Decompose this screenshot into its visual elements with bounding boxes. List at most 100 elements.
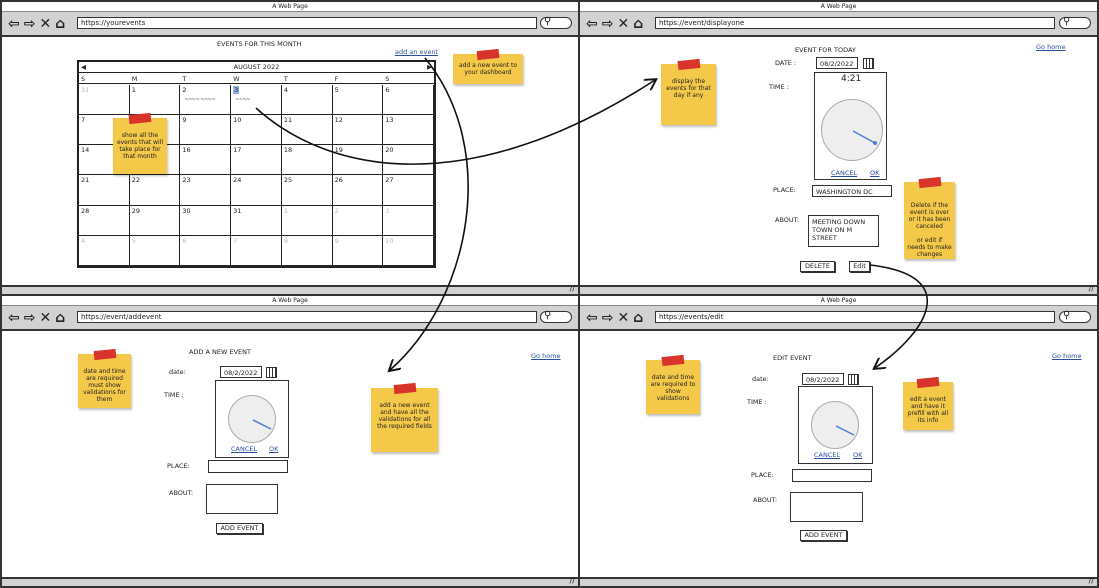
calendar-day-cell[interactable]: 2 [332, 205, 384, 236]
calendar-day-cell[interactable]: 6 [383, 85, 434, 116]
resize-handle-icon[interactable]: // [570, 284, 575, 293]
resize-handle-icon[interactable]: // [570, 576, 575, 585]
time-picker[interactable]: 4:21 CANCEL OK [814, 72, 887, 180]
calendar-day-cell[interactable]: 11 [281, 115, 333, 146]
calendar-day-cell[interactable]: 17 [231, 145, 282, 176]
home-icon[interactable]: ⌂ [55, 310, 65, 326]
search-box[interactable]: ⚲ [540, 310, 572, 323]
event-marker[interactable]: ~~~~ ~~~~ [184, 97, 215, 103]
place-field[interactable]: WASHINGTON DC [812, 185, 892, 197]
forward-arrow-icon[interactable]: ⇨ [24, 310, 36, 326]
close-icon[interactable]: ✕ [39, 310, 51, 326]
calendar-day-cell[interactable]: 3 ~~~~ [231, 85, 282, 116]
clock-ok-link[interactable]: OK [269, 445, 278, 453]
url-input[interactable]: https://event/addevent [77, 311, 537, 323]
clock-ok-link[interactable]: OK [870, 169, 879, 177]
forward-arrow-icon[interactable]: ⇨ [24, 16, 36, 32]
go-home-link[interactable]: Go home [1052, 352, 1082, 360]
date-field[interactable]: 08/2/2022 [816, 57, 858, 69]
next-month-icon[interactable]: ▶ [427, 62, 432, 72]
search-box[interactable]: ⚲ [1059, 16, 1091, 29]
back-arrow-icon[interactable]: ⇦ [8, 310, 20, 326]
calendar-day-cell[interactable]: 16 [180, 145, 232, 176]
date-field[interactable]: 08/2/2022 [220, 366, 262, 378]
calendar-day-cell[interactable]: 18 [281, 145, 333, 176]
search-box[interactable]: ⚲ [1059, 310, 1091, 323]
prev-month-icon[interactable]: ◀ [81, 62, 86, 72]
calendar-day-cell[interactable]: 19 [332, 145, 384, 176]
calendar-day-cell[interactable]: 8 [281, 235, 333, 266]
calendar-day-cell[interactable]: 25 [281, 175, 333, 206]
calendar-day-cell[interactable]: 2 ~~~~ ~~~~ [180, 85, 232, 116]
calendar-day-cell[interactable]: 23 [180, 175, 232, 206]
clock-face[interactable] [228, 395, 276, 443]
calendar-day-cell[interactable]: 30 [180, 205, 232, 236]
back-arrow-icon[interactable]: ⇦ [586, 16, 598, 32]
go-home-link[interactable]: Go home [531, 352, 561, 360]
add-event-link[interactable]: add an event [395, 48, 438, 56]
calendar-day-cell[interactable]: 9 [332, 235, 384, 266]
calendar-icon[interactable] [863, 58, 874, 69]
calendar-day-cell[interactable]: 9 [180, 115, 232, 146]
url-input[interactable]: https://event/displayone [655, 17, 1055, 29]
back-arrow-icon[interactable]: ⇦ [586, 310, 598, 326]
calendar-day-cell[interactable]: 3 [383, 205, 434, 236]
home-icon[interactable]: ⌂ [633, 16, 643, 32]
forward-arrow-icon[interactable]: ⇨ [602, 310, 614, 326]
url-input[interactable]: https://events/edit [655, 311, 1055, 323]
clock-face[interactable] [821, 99, 883, 161]
close-icon[interactable]: ✕ [39, 16, 51, 32]
calendar-day-cell[interactable]: 1 [281, 205, 333, 236]
time-picker[interactable]: CANCEL OK [798, 386, 873, 464]
about-field[interactable] [206, 484, 278, 514]
calendar-day-cell[interactable]: 31 [79, 85, 130, 116]
calendar-day-cell[interactable]: 27 [383, 175, 434, 206]
calendar-day-cell[interactable]: 10 [383, 235, 434, 266]
close-icon[interactable]: ✕ [617, 16, 629, 32]
calendar-day-cell[interactable]: 4 [281, 85, 333, 116]
about-field[interactable] [790, 492, 863, 522]
calendar-day-cell[interactable]: 12 [332, 115, 384, 146]
go-home-link[interactable]: Go home [1036, 43, 1066, 51]
calendar-day-cell[interactable]: 22 [129, 175, 181, 206]
search-box[interactable]: ⚲ [540, 16, 572, 29]
calendar-day-cell[interactable]: 28 [79, 205, 130, 236]
calendar-day-cell[interactable]: 24 [231, 175, 282, 206]
calendar-day-cell[interactable]: 21 [79, 175, 130, 206]
calendar-icon[interactable] [266, 367, 277, 378]
close-icon[interactable]: ✕ [617, 310, 629, 326]
calendar-day-cell[interactable]: 4 [79, 235, 130, 266]
resize-handle-icon[interactable]: // [1089, 576, 1094, 585]
clock-ok-link[interactable]: OK [853, 451, 862, 459]
resize-handle-icon[interactable]: // [1089, 284, 1094, 293]
calendar-icon[interactable] [848, 374, 859, 385]
calendar-day-cell[interactable]: 26 [332, 175, 384, 206]
calendar-day-cell[interactable]: 20 [383, 145, 434, 176]
calendar-day-cell[interactable]: 29 [129, 205, 181, 236]
back-arrow-icon[interactable]: ⇦ [8, 16, 20, 32]
clock-cancel-link[interactable]: CANCEL [831, 169, 857, 177]
home-icon[interactable]: ⌂ [633, 310, 643, 326]
about-field[interactable]: MEETING DOWN TOWN ON M STREET [808, 215, 879, 247]
calendar-day-cell[interactable]: 1 [129, 85, 181, 116]
clock-face[interactable] [811, 401, 859, 449]
url-input[interactable]: https://yourevents [77, 17, 537, 29]
delete-button[interactable]: DELETE [800, 261, 835, 272]
edit-button[interactable]: Edit [849, 261, 870, 272]
forward-arrow-icon[interactable]: ⇨ [602, 16, 614, 32]
calendar-day-cell[interactable]: 6 [180, 235, 232, 266]
time-picker[interactable]: CANCEL OK [215, 380, 289, 458]
calendar-day-cell[interactable]: 7 [231, 235, 282, 266]
clock-cancel-link[interactable]: CANCEL [231, 445, 257, 453]
date-field[interactable]: 08/2/2022 [802, 373, 844, 385]
calendar-day-cell[interactable]: 31 [231, 205, 282, 236]
add-event-button[interactable]: ADD EVENT [800, 530, 847, 541]
calendar-day-cell[interactable]: 5 [332, 85, 384, 116]
home-icon[interactable]: ⌂ [55, 16, 65, 32]
place-field[interactable] [792, 469, 872, 482]
place-field[interactable] [208, 460, 288, 473]
calendar-day-cell[interactable]: 5 [129, 235, 181, 266]
calendar-day-cell[interactable]: 10 [231, 115, 282, 146]
event-marker[interactable]: ~~~~ [235, 97, 250, 103]
calendar-day-cell[interactable]: 13 [383, 115, 434, 146]
